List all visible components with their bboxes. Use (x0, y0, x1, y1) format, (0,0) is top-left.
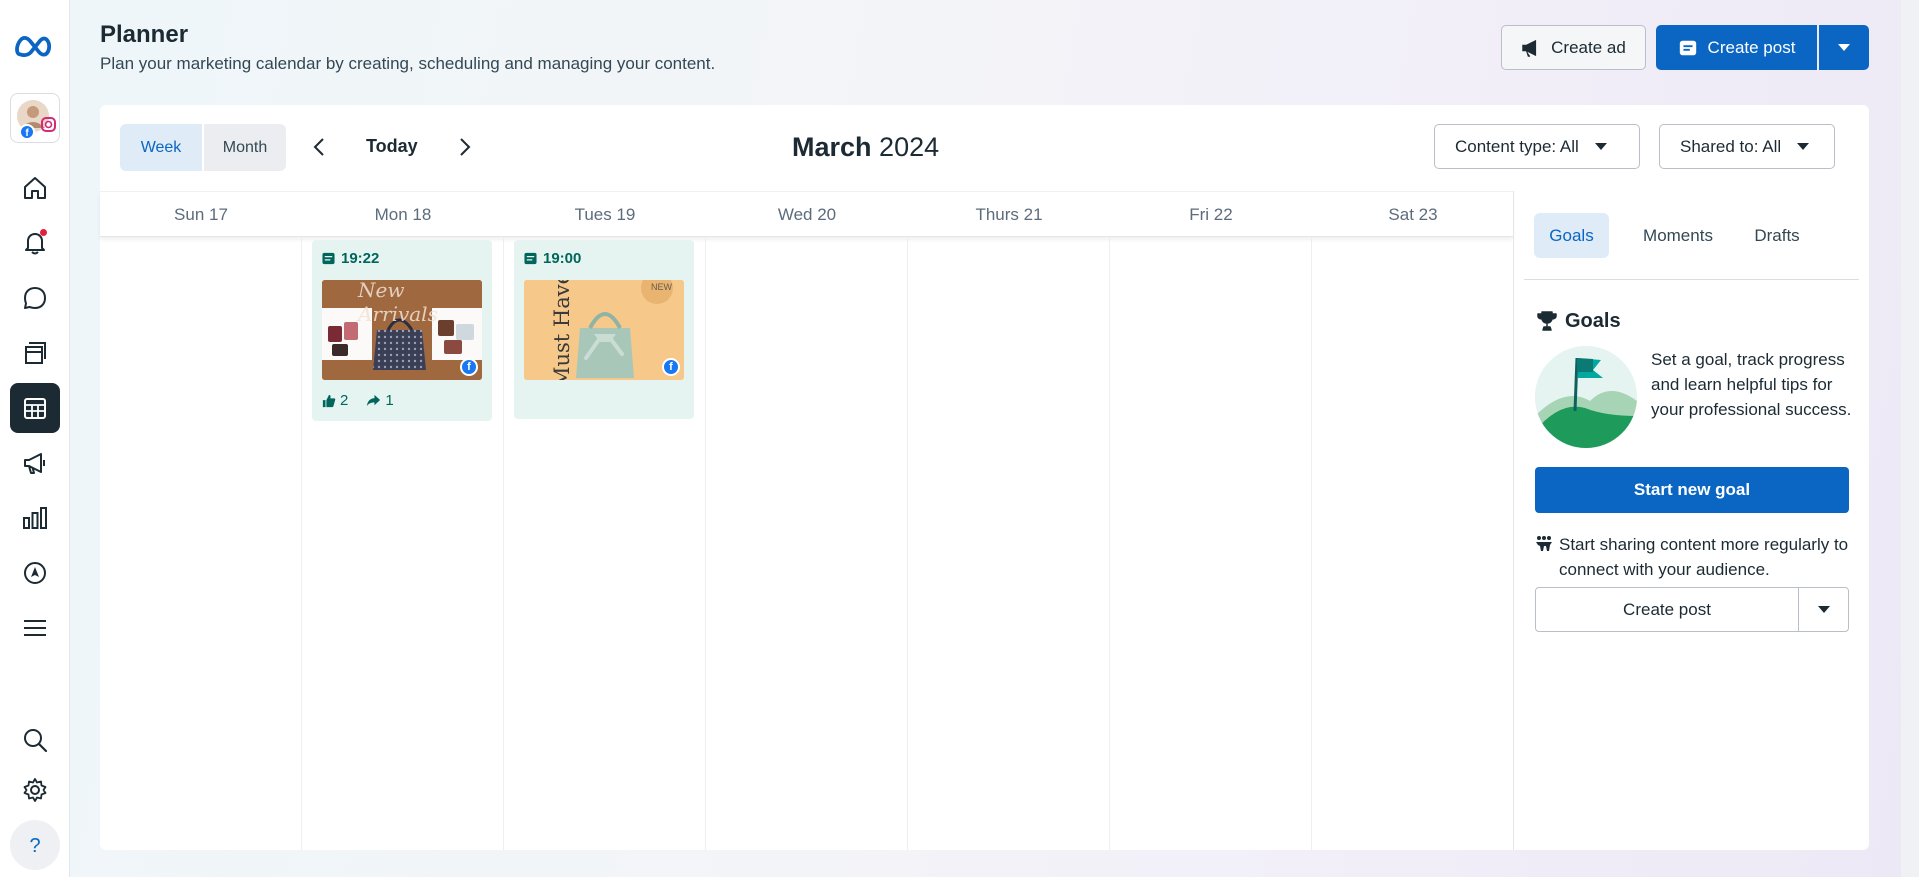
post-stats: 2 1 (322, 392, 394, 409)
settings-icon[interactable] (10, 765, 60, 815)
post-time: 19:00 (524, 250, 581, 267)
create-post-label: Create post (1707, 37, 1796, 57)
goal-illustration (1535, 346, 1637, 448)
panel-create-post-dropdown[interactable] (1799, 588, 1848, 631)
tab-drafts[interactable]: Drafts (1742, 213, 1812, 258)
content-icon[interactable] (10, 328, 60, 378)
chevron-left-icon[interactable] (308, 135, 332, 159)
shares-stat: 1 (366, 392, 394, 409)
panel-tabs: Goals Moments Drafts (1514, 191, 1870, 279)
page-title: Planner (100, 21, 189, 48)
week-calendar: Sun 17 Mon 18 Tues 19 Wed 20 Thurs 21 Fr… (100, 191, 1513, 850)
audience-icon (1536, 536, 1552, 551)
like-icon (322, 394, 336, 407)
goals-panel: Goals Moments Drafts Goals Set a goal, t… (1513, 191, 1869, 850)
column-divider (301, 237, 302, 850)
today-button[interactable]: Today (366, 136, 418, 157)
post-badge: NEW (651, 282, 672, 292)
month-view-button[interactable]: Month (204, 124, 286, 171)
likes-stat: 2 (322, 392, 348, 409)
facebook-icon: f (460, 358, 478, 376)
day-header-mon: Mon 18 (374, 205, 432, 224)
shared-to-label: Shared to: All (1680, 136, 1782, 156)
panel-create-post-button[interactable]: Create post (1536, 588, 1799, 631)
notifications-icon[interactable] (10, 218, 60, 268)
scheduled-post-mon[interactable]: 19:22 New Arrivals f 2 1 (312, 240, 492, 421)
create-ad-label: Create ad (1551, 37, 1626, 57)
content-type-dropdown[interactable]: Content type: All (1434, 124, 1640, 169)
scheduled-post-tue[interactable]: 19:00 NEW Must Have f (514, 240, 694, 419)
planner-icon[interactable] (10, 383, 60, 433)
tabs-divider (1524, 279, 1859, 280)
post-thumbnail[interactable]: NEW Must Have f (524, 280, 684, 380)
ads-icon[interactable] (10, 438, 60, 488)
post-time: 19:22 (322, 250, 379, 267)
create-post-dropdown-button[interactable] (1819, 25, 1869, 70)
chevron-down-icon (1817, 606, 1830, 613)
day-header-sun: Sun 17 (174, 205, 228, 224)
chevron-right-icon[interactable] (452, 135, 476, 159)
account-avatar[interactable]: f (10, 93, 60, 143)
day-header-sat: Sat 23 (1388, 205, 1438, 224)
facebook-icon: f (662, 358, 680, 376)
post-image-text: New Arrivals (358, 280, 438, 326)
post-icon (524, 252, 537, 265)
meta-logo-icon[interactable] (10, 21, 60, 71)
day-header-fri: Fri 22 (1189, 205, 1233, 224)
goals-description: Set a goal, track progress and learn hel… (1651, 350, 1852, 419)
month-name: March (792, 132, 872, 162)
explore-icon[interactable] (10, 548, 60, 598)
insights-icon[interactable] (10, 493, 60, 543)
tab-goals[interactable]: Goals (1534, 213, 1609, 258)
home-icon[interactable] (10, 163, 60, 213)
year-label: 2024 (879, 132, 940, 162)
chevron-down-icon (1838, 44, 1850, 51)
day-header-thu: Thurs 21 (975, 205, 1043, 224)
post-icon (322, 252, 335, 265)
sidebar: f ? (0, 0, 70, 877)
column-divider (503, 237, 504, 850)
create-post-button[interactable]: Create post (1656, 25, 1817, 70)
start-new-goal-button[interactable]: Start new goal (1535, 467, 1849, 513)
share-icon (367, 394, 381, 407)
search-icon[interactable] (10, 715, 60, 765)
main-area: Planner Plan your marketing calendar by … (70, 0, 1919, 877)
help-icon[interactable]: ? (10, 820, 60, 870)
column-divider (1109, 237, 1110, 850)
goal-tip: Start sharing content more regularly to … (1535, 532, 1855, 582)
view-switch: Week Month (120, 124, 286, 171)
column-divider (1311, 237, 1312, 850)
calendar-header: Sun 17 Mon 18 Tues 19 Wed 20 Thurs 21 Fr… (100, 191, 1513, 237)
create-ad-button[interactable]: Create ad (1501, 25, 1646, 70)
messages-icon[interactable] (10, 273, 60, 323)
post-thumbnail[interactable]: New Arrivals f (322, 280, 482, 380)
content-type-label: Content type: All (1455, 136, 1579, 156)
planner-card: Week Month Today March 2024 Content type… (100, 105, 1869, 850)
calendar-month-title: March 2024 (792, 132, 939, 163)
chevron-down-icon (1797, 143, 1810, 150)
day-header-tue: Tues 19 (574, 205, 636, 224)
notification-badge (40, 229, 47, 236)
column-divider (907, 237, 908, 850)
megaphone-icon (1522, 39, 1537, 57)
panel-create-post-split-button: Create post (1535, 587, 1849, 632)
day-header-wed: Wed 20 (777, 205, 837, 224)
post-image-text: Must Have (550, 280, 575, 380)
goals-heading: Goals (1535, 309, 1621, 333)
chevron-down-icon (1594, 143, 1607, 150)
tab-moments[interactable]: Moments (1628, 213, 1728, 258)
page-subtitle: Plan your marketing calendar by creating… (100, 54, 716, 73)
week-view-button[interactable]: Week (120, 124, 202, 171)
trophy-icon (1537, 311, 1557, 331)
post-icon (1679, 40, 1696, 55)
column-divider (705, 237, 706, 850)
scrollbar[interactable] (1901, 0, 1919, 877)
menu-icon[interactable] (10, 603, 60, 653)
shared-to-dropdown[interactable]: Shared to: All (1659, 124, 1835, 169)
svg-text:?: ? (29, 835, 40, 857)
